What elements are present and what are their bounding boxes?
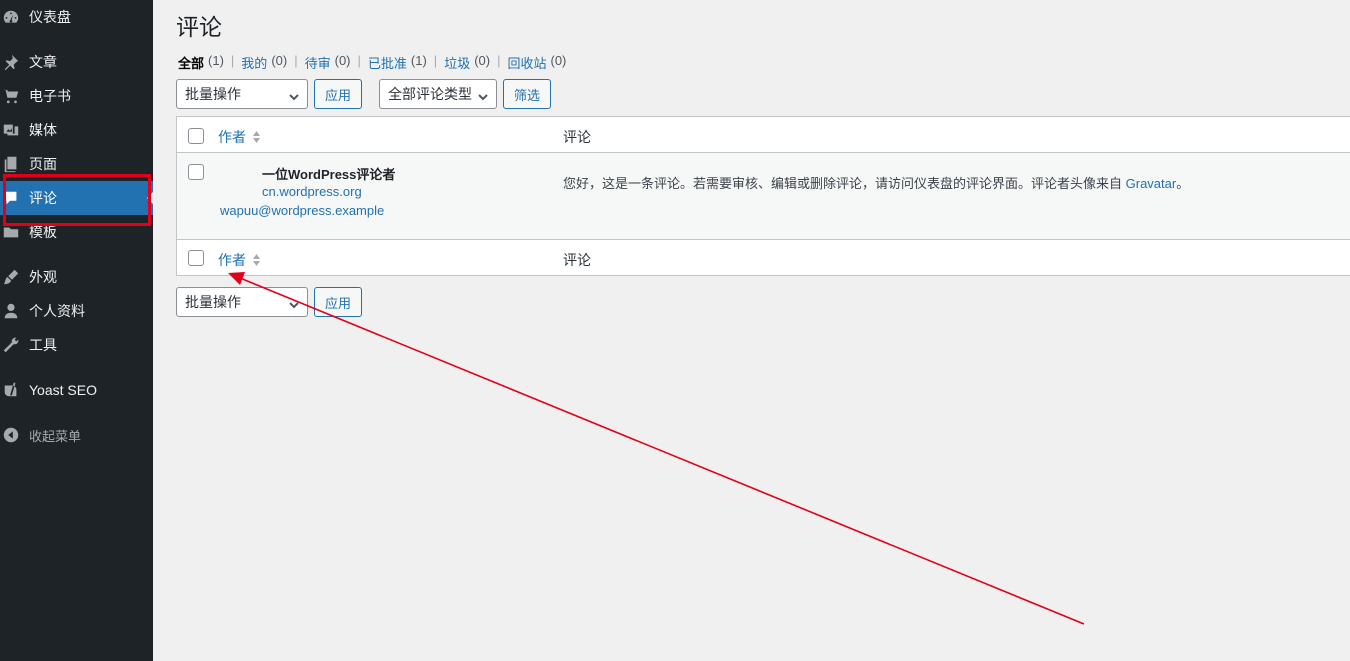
sidebar-item-tools[interactable]: 工具 [0,328,153,362]
yoast-icon [1,380,21,400]
sidebar-item-label: 电子书 [29,88,71,104]
sidebar-item-label: 评论 [29,190,57,206]
pin-icon [1,52,21,72]
filter-mine[interactable]: 我的 [241,53,267,72]
filter-all[interactable]: 全部 [178,53,204,72]
sidebar-item-label: 个人资料 [29,303,85,319]
sidebar-item-label: 模板 [29,224,57,240]
sort-icon [252,130,261,144]
comment-icon [1,188,21,208]
sort-icon [252,253,261,267]
dashboard-icon [1,7,21,27]
folder-icon [1,222,21,242]
table-row: 一位WordPress评论者 cn.wordpress.org wapuu@wo… [177,153,1350,239]
sort-by-author-bottom[interactable]: 作者 [218,250,261,270]
comment-text: 您好，这是一条评论。若需要审核、编辑或删除评论，请访问仪表盘的评论界面。评论者头… [563,176,1190,191]
sidebar-item-label: 文章 [29,54,57,70]
filter-pending[interactable]: 待审 [305,53,331,72]
filter-count: (1) [208,53,224,68]
table-header: 作者 评论 [177,117,1350,153]
brush-icon [1,267,21,287]
status-filter-links: 全部 (1) | 我的 (0) | 待审 (0) | 已批准 (1) | 垃圾 (0) |… [178,53,567,72]
media-icon [1,120,21,140]
page-icon [1,154,21,174]
filter-approved[interactable]: 已批准 [368,53,407,72]
wrench-icon [1,335,21,355]
sidebar-item-templates[interactable]: 模板 [0,215,153,249]
filter-count: (0) [334,53,351,68]
sort-by-author-top[interactable]: 作者 [218,127,261,147]
collapse-icon [1,425,21,445]
sidebar-item-comments[interactable]: 评论 [0,181,153,215]
sidebar-item-yoast-seo[interactable]: Yoast SEO [0,373,153,407]
chevron-down-icon [289,89,299,101]
filter-count: (1) [410,53,427,68]
filter-count: (0) [474,53,491,68]
filter-spam[interactable]: 垃圾 [444,53,470,72]
sidebar-item-label: 收起菜单 [29,428,82,444]
sidebar-item-label: 仪表盘 [29,9,71,25]
comment-type-select[interactable]: 全部评论类型 [379,79,497,109]
filter-count: (0) [271,53,288,68]
sidebar-item-ebooks[interactable]: 电子书 [0,79,153,113]
select-all-checkbox-bottom[interactable] [188,250,204,266]
column-footer-comment: 评论 [563,252,591,268]
sidebar-item-label: 页面 [29,156,57,172]
sidebar-item-appearance[interactable]: 外观 [0,260,153,294]
sidebar-item-posts[interactable]: 文章 [0,45,153,79]
chevron-down-icon [478,89,488,101]
comment-author-email[interactable]: wapuu@wordpress.example [220,203,384,218]
table-footer: 作者 评论 [177,239,1350,276]
sidebar-item-label: 外观 [29,269,57,285]
sidebar-item-dashboard[interactable]: 仪表盘 [0,0,153,34]
sidebar-item-profile[interactable]: 个人资料 [0,294,153,328]
admin-sidebar: 仪表盘 文章 电子书 媒体 页面 评论 模板 外观 个人资料 工具 Yoast … [0,0,153,661]
filter-trash[interactable]: 回收站 [507,53,546,72]
page-title: 评论 [176,14,222,40]
sidebar-item-label: Yoast SEO [29,382,97,398]
sidebar-item-label: 媒体 [29,122,57,138]
sidebar-item-media[interactable]: 媒体 [0,113,153,147]
comment-author-url[interactable]: cn.wordpress.org [262,184,362,199]
chevron-down-icon [289,297,299,309]
apply-button-bottom[interactable]: 应用 [314,287,362,317]
bulk-action-select-bottom[interactable]: 批量操作 [176,287,308,317]
sidebar-item-label: 工具 [29,337,57,353]
select-all-checkbox-top[interactable] [188,128,204,144]
main-content: 评论 全部 (1) | 我的 (0) | 待审 (0) | 已批准 (1) | 垃圾 (0… [153,0,1350,661]
cart-icon [1,86,21,106]
filter-count: (0) [550,53,567,68]
collapse-menu-button[interactable]: 收起菜单 [0,418,153,452]
row-checkbox[interactable] [188,164,204,180]
gravatar-link[interactable]: Gravatar [1126,176,1177,191]
bulk-action-select-top[interactable]: 批量操作 [176,79,308,109]
comment-author-name: 一位WordPress评论者 [262,167,396,182]
apply-button-top[interactable]: 应用 [314,79,362,109]
sidebar-item-pages[interactable]: 页面 [0,147,153,181]
column-header-comment: 评论 [563,129,591,145]
filter-button[interactable]: 筛选 [503,79,551,109]
user-icon [1,301,21,321]
comments-table: 作者 评论 一位WordPress评论者 cn.wordpress.org wa… [176,116,1350,276]
